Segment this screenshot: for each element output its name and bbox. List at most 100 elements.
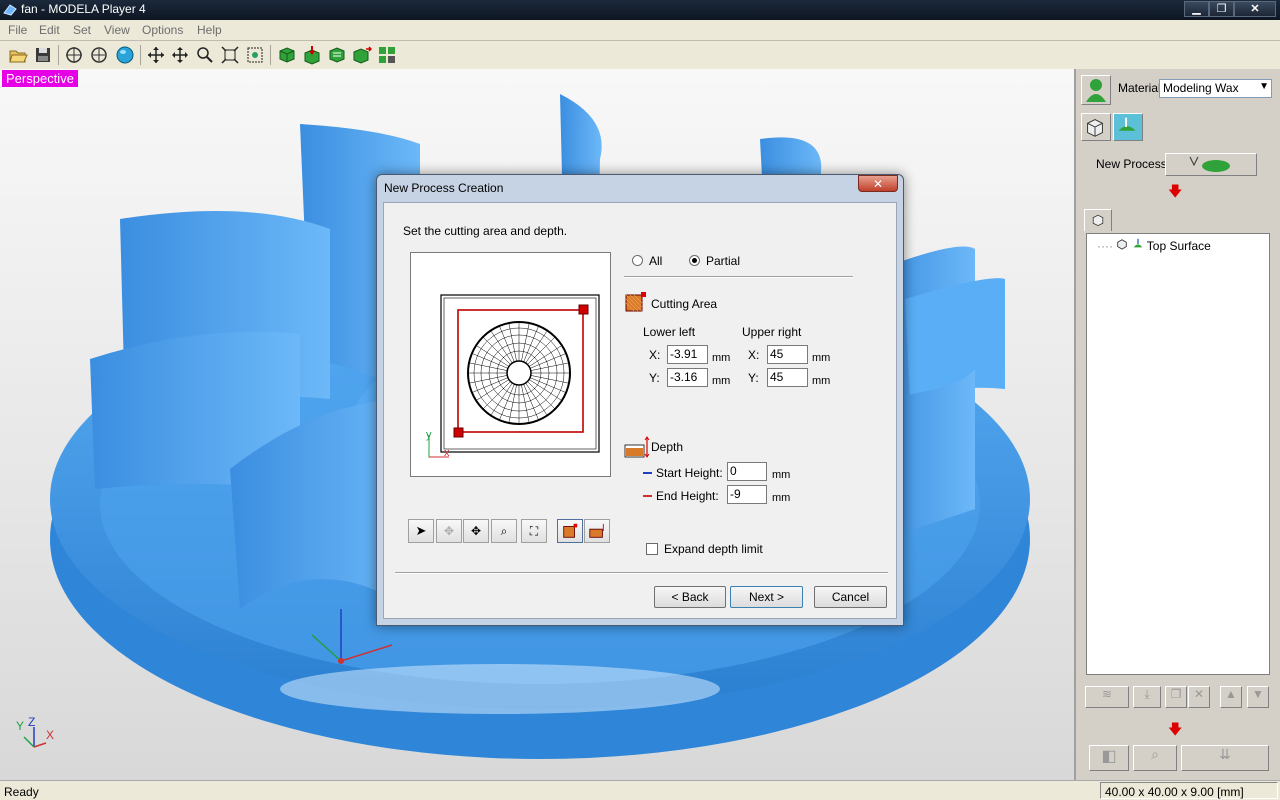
menu-file[interactable]: File <box>8 23 27 37</box>
new-process-label: New Process <box>1096 157 1167 171</box>
zoom-icon[interactable] <box>195 45 215 65</box>
status-bar: Ready 40.00 x 40.00 x 9.00 [mm] <box>0 780 1280 800</box>
cube-view-button[interactable] <box>1081 113 1111 141</box>
down-icon: ▼ <box>1252 687 1264 701</box>
menu-help[interactable]: Help <box>197 23 222 37</box>
preview-axis-y: y <box>426 429 432 441</box>
next-button[interactable]: Next > <box>730 586 803 608</box>
export-icon[interactable] <box>352 45 373 65</box>
menu-view[interactable]: View <box>104 23 130 37</box>
cube-small-icon <box>1092 214 1104 227</box>
open-icon[interactable] <box>8 45 28 65</box>
unit-label: mm <box>772 492 791 504</box>
close-window-button[interactable]: ✕ <box>1234 1 1276 17</box>
start-height-input[interactable]: 0 <box>727 462 767 481</box>
expand-depth-checkbox[interactable] <box>646 543 658 555</box>
material-value: Modeling Wax <box>1163 81 1239 95</box>
view-front-icon[interactable] <box>89 45 109 65</box>
status-dimensions-panel: 40.00 x 40.00 x 9.00 [mm] <box>1100 782 1278 799</box>
tool-icon <box>1189 156 1230 172</box>
lower-left-label: Lower left <box>643 325 696 339</box>
end-height-input[interactable]: -9 <box>727 485 767 504</box>
copy-button[interactable]: ❐ <box>1165 686 1187 708</box>
lower-left-y-input[interactable]: -3.16 <box>667 368 708 387</box>
axis-x-label: X <box>46 728 55 742</box>
tree-connector: ···· <box>1097 239 1113 253</box>
dialog-body: Set the cutting area and depth. y x ➤ ✥ … <box>383 202 897 619</box>
rotate-icon: ✥ <box>443 524 455 538</box>
window-title: fan - MODELA Player 4 <box>21 2 146 16</box>
toolbar-separator <box>140 45 141 65</box>
rotate-icon[interactable] <box>146 45 166 65</box>
material-select[interactable]: Modeling Wax ▼ <box>1159 79 1272 98</box>
dialog-close-button[interactable]: ✕ <box>858 175 898 192</box>
simulate-button[interactable]: ⌕ <box>1133 745 1177 771</box>
mode-all-radio[interactable] <box>632 255 643 266</box>
menu-edit[interactable]: Edit <box>39 23 60 37</box>
zoom-window-icon[interactable] <box>245 45 265 65</box>
depth-tool-button[interactable] <box>584 519 610 543</box>
preview-cut-button[interactable]: ◧ <box>1089 745 1129 771</box>
move-up-button[interactable]: ▲ <box>1220 686 1242 708</box>
lower-left-x-input[interactable]: -3.91 <box>667 345 708 364</box>
arrow-down-icon: 🡇 <box>1168 183 1183 199</box>
view-top-icon[interactable] <box>64 45 84 65</box>
copy-icon: ❐ <box>1170 687 1182 701</box>
expand-depth-label[interactable]: Expand depth limit <box>664 542 763 556</box>
depth-icon <box>589 523 604 538</box>
delete-button[interactable]: ✕ <box>1188 686 1210 708</box>
view-perspective-icon[interactable] <box>115 45 135 65</box>
cut-button[interactable]: ⇊ <box>1181 745 1269 771</box>
up-icon: ▲ <box>1225 687 1237 701</box>
edit-process-button[interactable]: ⤓ <box>1133 686 1161 708</box>
process-tree[interactable]: ···· Top Surface <box>1086 233 1270 675</box>
tree-item-top-surface[interactable]: ···· Top Surface <box>1097 238 1211 253</box>
import-icon[interactable] <box>302 45 322 65</box>
pan-icon[interactable] <box>170 45 190 65</box>
dialog-title: New Process Creation <box>384 181 504 195</box>
area-preview[interactable]: y x <box>410 252 611 477</box>
chevron-down-icon: ▼ <box>1259 81 1269 92</box>
mode-partial-radio[interactable] <box>689 255 700 266</box>
upper-right-x-label: X: <box>748 348 760 362</box>
zoom-tool-button[interactable]: ⌕ <box>491 519 517 543</box>
toolpath-button[interactable]: ≋ <box>1085 686 1129 708</box>
process-view-button[interactable] <box>1113 113 1143 141</box>
unit-label: mm <box>712 375 731 387</box>
depth-label: Depth <box>651 440 684 454</box>
cut-icon[interactable] <box>327 45 347 65</box>
mode-all-label[interactable]: All <box>649 254 662 268</box>
rotate-tool-button[interactable]: ✥ <box>436 519 462 543</box>
menu-set[interactable]: Set <box>73 23 91 37</box>
unit-label: mm <box>812 352 831 364</box>
minimize-button[interactable]: ▁ <box>1184 1 1209 17</box>
pan-tool-button[interactable]: ✥ <box>463 519 489 543</box>
material-label: Material <box>1118 81 1161 95</box>
layout-icon[interactable] <box>377 45 397 65</box>
restore-button[interactable]: ❐ <box>1209 1 1234 17</box>
radio-dot <box>692 258 697 263</box>
model-icon[interactable] <box>277 45 297 65</box>
cutting-area-tool-button[interactable] <box>557 519 583 543</box>
fit-tool-button[interactable]: ⛶ <box>521 519 547 543</box>
toolbar-separator <box>270 45 271 65</box>
tree-tab[interactable] <box>1084 209 1112 231</box>
lower-left-x-label: X: <box>649 348 661 362</box>
move-down-button[interactable]: ▼ <box>1247 686 1269 708</box>
upper-right-y-input[interactable]: 45 <box>767 368 808 387</box>
user-button[interactable] <box>1081 75 1111 105</box>
status-text: Ready <box>4 785 39 799</box>
select-tool-button[interactable]: ➤ <box>408 519 434 543</box>
title-bar: fan - MODELA Player 4 ▁ ❐ ✕ <box>0 0 1280 20</box>
mode-partial-label[interactable]: Partial <box>706 254 740 268</box>
menu-options[interactable]: Options <box>142 23 183 37</box>
upper-right-x-input[interactable]: 45 <box>767 345 808 364</box>
cancel-button[interactable]: Cancel <box>814 586 887 608</box>
save-icon[interactable] <box>33 45 53 65</box>
delete-icon: ✕ <box>1193 687 1205 701</box>
back-button[interactable]: < Back <box>654 586 726 608</box>
fit-icon[interactable] <box>220 45 240 65</box>
new-process-button[interactable] <box>1165 153 1257 176</box>
preview-axis-x: x <box>444 447 450 459</box>
cube-small-icon <box>1117 239 1128 250</box>
